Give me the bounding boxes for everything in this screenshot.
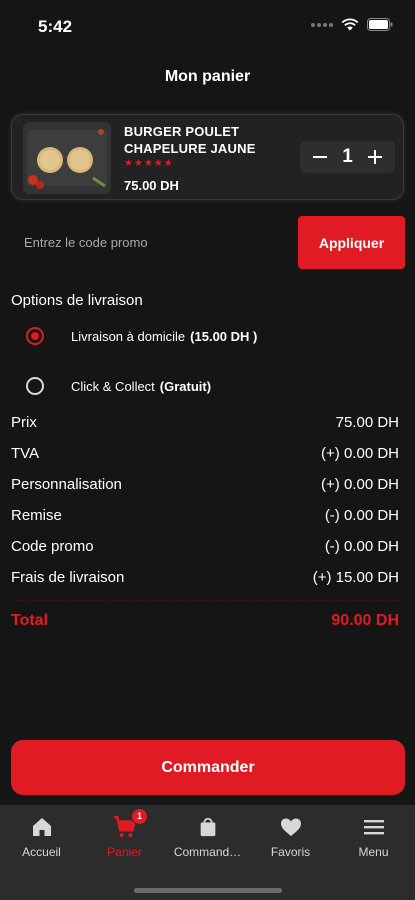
tab-label: Favoris <box>270 845 311 859</box>
summary-row-price: Prix 75.00 DH <box>11 414 399 434</box>
bag-icon <box>200 817 215 837</box>
tab-panier[interactable]: 1 Panier <box>83 808 166 859</box>
delivery-option-price: (15.00 DH ) <box>190 328 258 344</box>
increase-quantity-button[interactable] <box>365 147 385 167</box>
product-image <box>23 122 111 194</box>
tab-favoris[interactable]: Favoris <box>249 813 332 859</box>
summary-row-promo: Code promo (-) 0.00 DH <box>11 538 399 558</box>
total-label: Total <box>11 612 49 629</box>
heart-icon <box>280 818 301 836</box>
summary-value: (-) 0.00 DH <box>324 538 399 555</box>
page-title: Mon panier <box>164 68 251 85</box>
minus-icon <box>313 156 327 158</box>
battery-icon <box>367 18 393 31</box>
tab-label: Accueil <box>22 845 61 859</box>
tab-label: Menu <box>358 845 389 859</box>
tab-accueil[interactable]: Accueil <box>0 813 83 859</box>
bottom-tab-bar: Accueil 1 Panier Command… Favoris Menu <box>0 805 415 900</box>
plus-icon <box>367 150 382 164</box>
order-button[interactable]: Commander <box>11 740 405 795</box>
delivery-option-click-collect[interactable]: Click & Collect (Gratuit) <box>26 377 211 395</box>
summary-label: Remise <box>11 507 62 524</box>
tab-label: Panier <box>107 845 142 859</box>
delivery-option-price: (Gratuit) <box>159 378 212 394</box>
summary-value: 75.00 DH <box>335 414 399 431</box>
apply-promo-button[interactable]: Appliquer <box>298 216 405 269</box>
status-bar: 5:42 <box>0 0 415 52</box>
summary-label: Personnalisation <box>11 476 122 493</box>
wifi-icon <box>341 18 359 31</box>
tab-label: Command… <box>173 845 242 859</box>
summary-row-personnalisation: Personnalisation (+) 0.00 DH <box>11 476 399 496</box>
rating-stars: ★★★★★ <box>124 158 174 169</box>
summary-value: (+) 0.00 DH <box>321 445 399 462</box>
summary-value: (-) 0.00 DH <box>324 507 399 524</box>
delivery-options-title: Options de livraison <box>11 292 143 309</box>
quantity-stepper: 1 <box>300 141 395 173</box>
delivery-option-home[interactable]: Livraison à domicile (15.00 DH ) <box>26 327 257 345</box>
promo-code-input[interactable] <box>11 216 297 268</box>
delivery-option-label: Livraison à domicile <box>71 328 186 344</box>
delivery-option-label: Click & Collect <box>71 378 155 394</box>
status-icons <box>311 18 393 31</box>
summary-label: Frais de livraison <box>11 569 125 586</box>
signal-icon <box>311 22 333 27</box>
radio-unselected[interactable] <box>26 377 44 395</box>
home-icon <box>32 818 51 836</box>
summary-value: (+) 15.00 DH <box>312 569 399 586</box>
product-name: BURGER POULET CHAPELURE JAUNE <box>124 124 256 156</box>
tab-menu[interactable]: Menu <box>332 813 415 859</box>
quantity-value: 1 <box>342 146 353 167</box>
summary-label: TVA <box>11 445 40 462</box>
home-indicator <box>134 888 282 893</box>
status-time: 5:42 <box>38 17 73 36</box>
summary-label: Prix <box>11 414 37 431</box>
cart-count-badge: 1 <box>131 808 148 825</box>
total-value: 90.00 DH <box>331 612 399 629</box>
radio-selected[interactable] <box>26 327 44 345</box>
product-price: 75.00 DH <box>124 178 179 193</box>
summary-row-remise: Remise (-) 0.00 DH <box>11 507 399 527</box>
summary-divider <box>11 600 404 601</box>
summary-value: (+) 0.00 DH <box>321 476 399 493</box>
summary-label: Code promo <box>11 538 94 555</box>
summary-row-tva: TVA (+) 0.00 DH <box>11 445 399 465</box>
decrease-quantity-button[interactable] <box>310 147 330 167</box>
cart-item-card: BURGER POULET CHAPELURE JAUNE ★★★★★ 75.0… <box>11 114 404 200</box>
tab-commandes[interactable]: Command… <box>166 813 249 859</box>
summary-row-delivery-fee: Frais de livraison (+) 15.00 DH <box>11 569 399 589</box>
menu-icon <box>363 820 384 835</box>
